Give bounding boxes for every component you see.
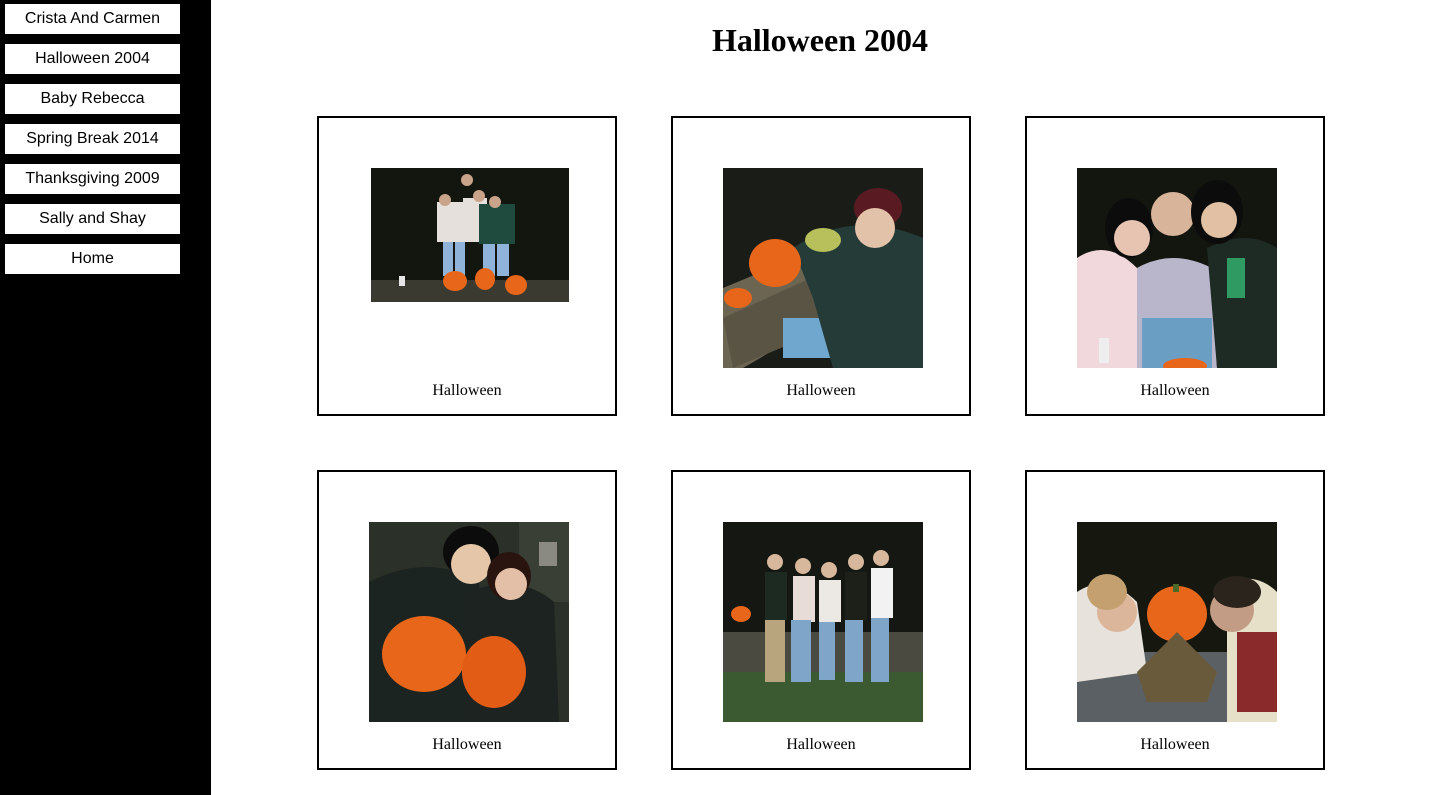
photo-thumbnail[interactable] bbox=[371, 168, 569, 302]
photo-card[interactable]: Halloween bbox=[671, 470, 971, 770]
nav-link-sally-and-shay[interactable]: Sally and Shay bbox=[5, 204, 180, 234]
photo-thumbnail[interactable] bbox=[1077, 168, 1277, 368]
nav-link-halloween-2004[interactable]: Halloween 2004 bbox=[5, 44, 180, 74]
photo-thumbnail[interactable] bbox=[1077, 522, 1277, 722]
photo-caption: Halloween bbox=[432, 736, 502, 753]
photo-card[interactable]: Halloween bbox=[317, 116, 617, 416]
photo-card[interactable]: Halloween bbox=[671, 116, 971, 416]
photo-caption: Halloween bbox=[432, 382, 502, 399]
photo-card[interactable]: Halloween bbox=[1025, 116, 1325, 416]
nav-link-thanksgiving-2009[interactable]: Thanksgiving 2009 bbox=[5, 164, 180, 194]
nav-link-home[interactable]: Home bbox=[5, 244, 180, 274]
nav-link-baby-rebecca[interactable]: Baby Rebecca bbox=[5, 84, 180, 114]
photo-caption: Halloween bbox=[786, 736, 856, 753]
sidebar: Crista And Carmen Halloween 2004 Baby Re… bbox=[0, 0, 211, 795]
photo-thumbnail[interactable] bbox=[369, 522, 569, 722]
photo-caption: Halloween bbox=[1140, 382, 1210, 399]
photo-thumbnail[interactable] bbox=[723, 522, 923, 722]
photo-caption: Halloween bbox=[786, 382, 856, 399]
photo-card[interactable]: Halloween bbox=[1025, 470, 1325, 770]
page-title: Halloween 2004 bbox=[712, 22, 928, 58]
nav-link-crista-and-carmen[interactable]: Crista And Carmen bbox=[5, 4, 180, 34]
photo-thumbnail[interactable] bbox=[723, 168, 923, 368]
nav-link-spring-break-2014[interactable]: Spring Break 2014 bbox=[5, 124, 180, 154]
photo-caption: Halloween bbox=[1140, 736, 1210, 753]
photo-card[interactable]: Halloween bbox=[317, 470, 617, 770]
